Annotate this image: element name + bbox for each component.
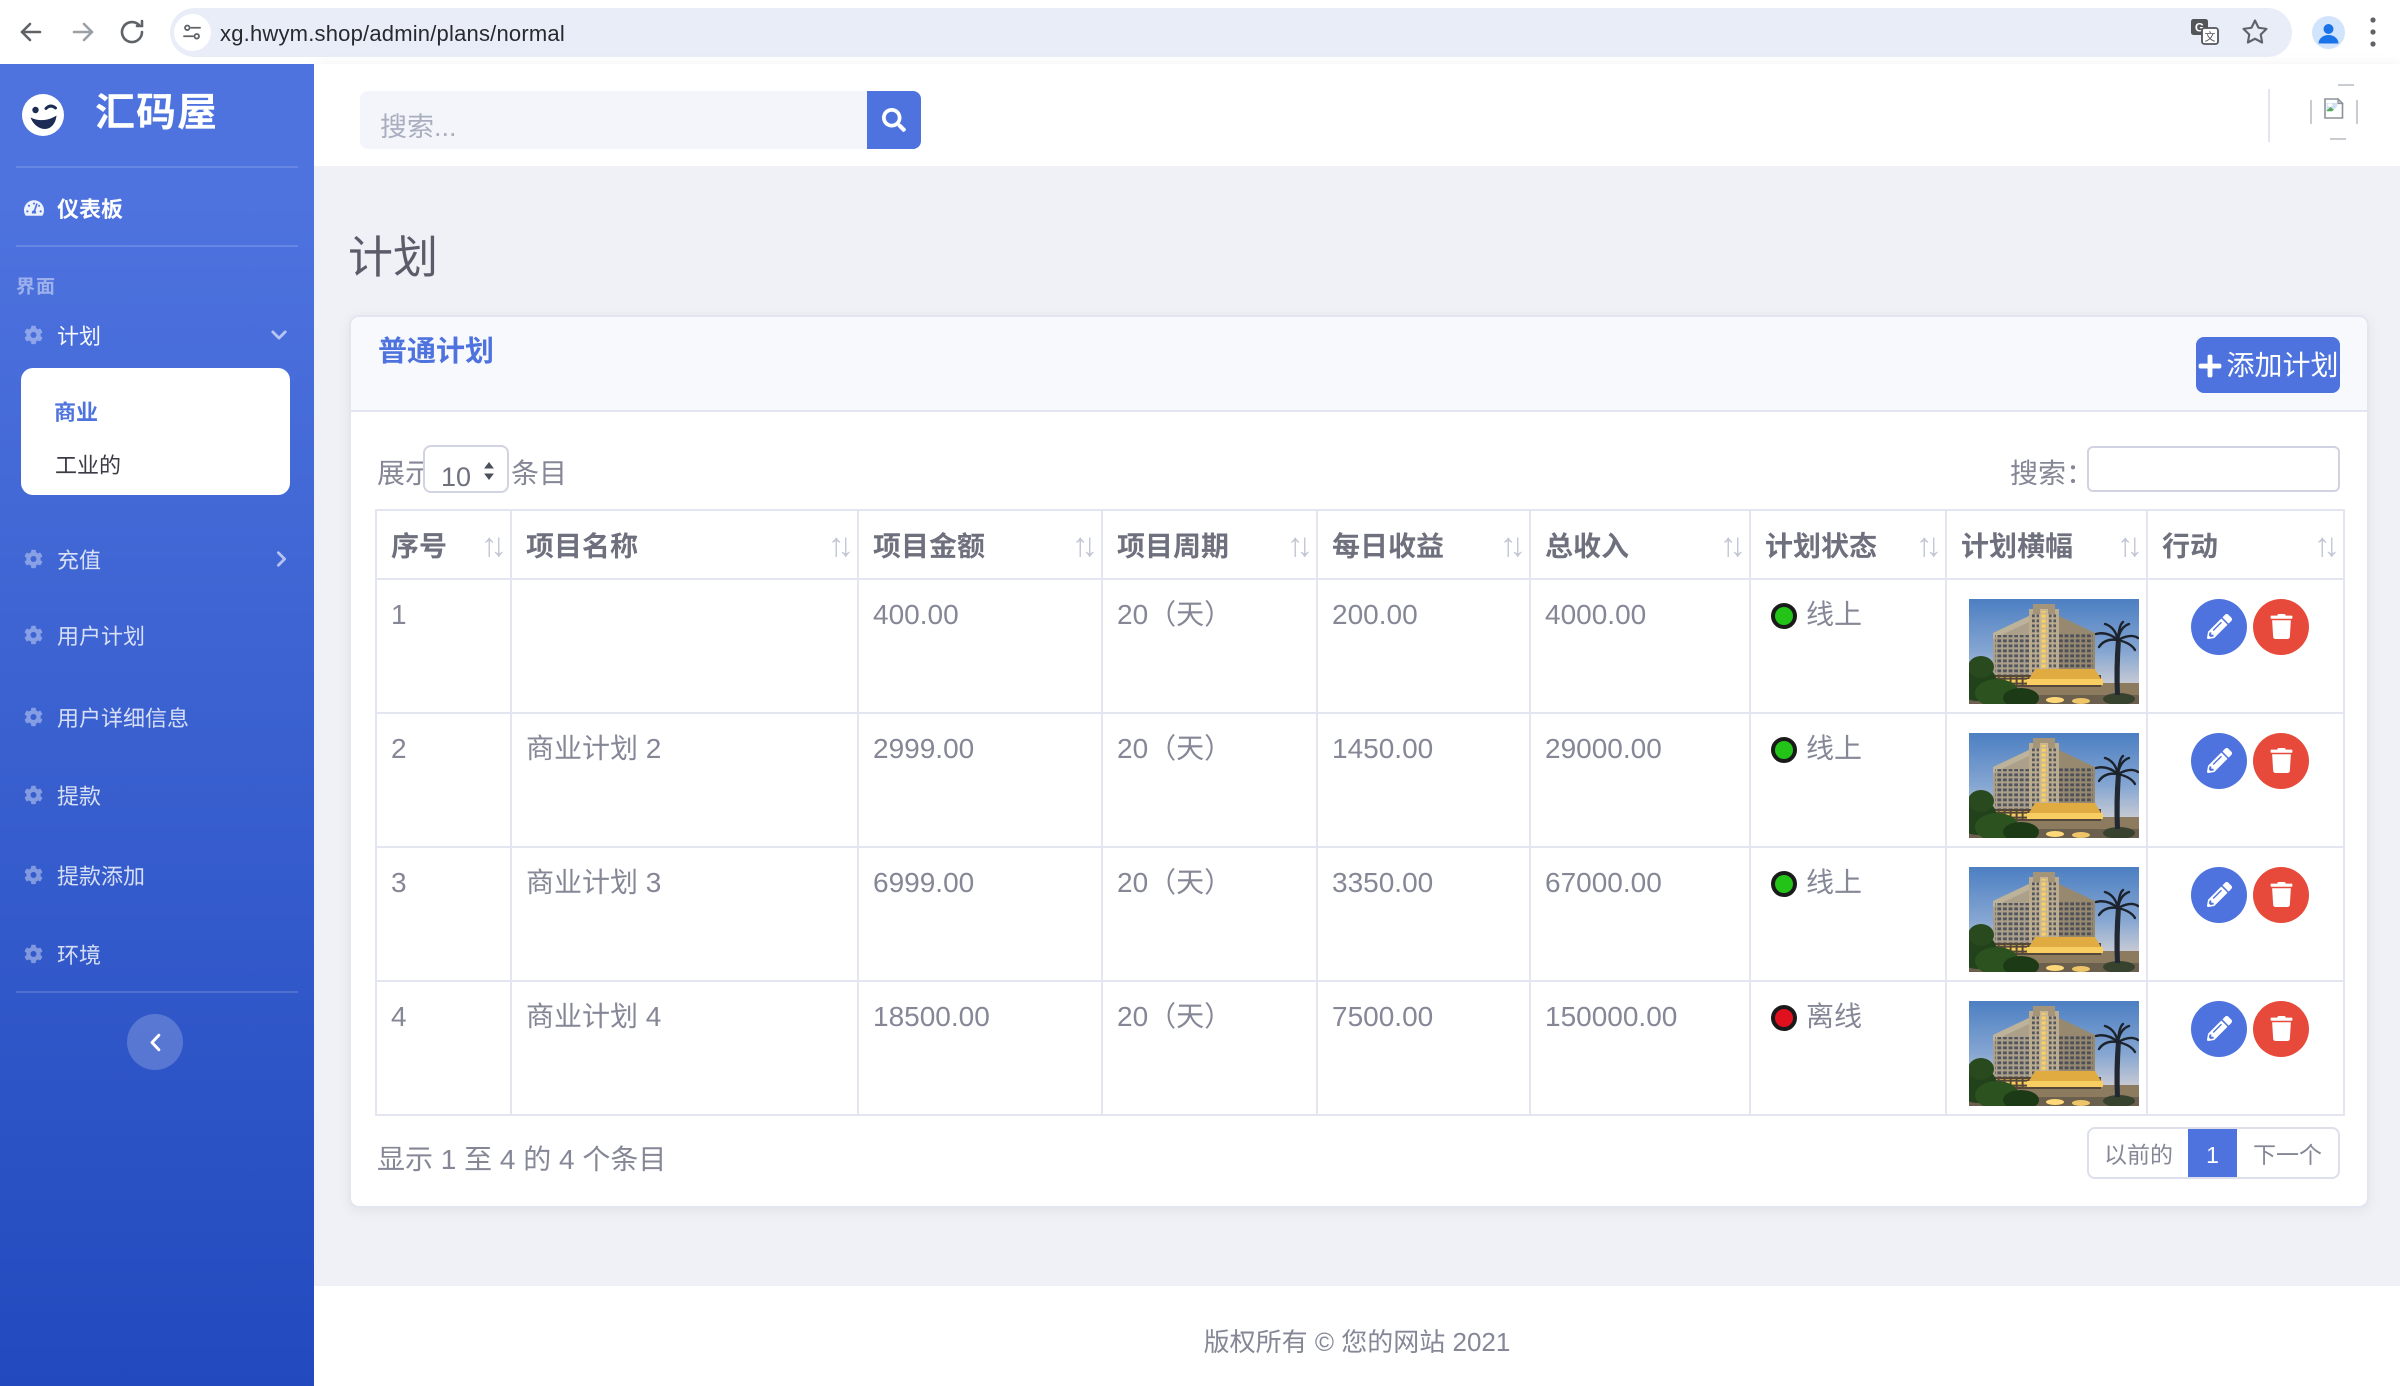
svg-text:文: 文 bbox=[2205, 29, 2216, 45]
